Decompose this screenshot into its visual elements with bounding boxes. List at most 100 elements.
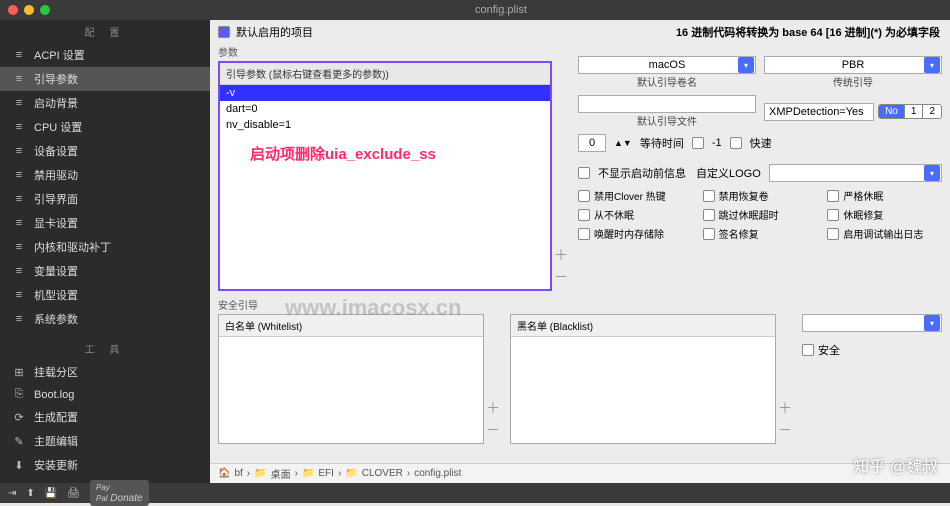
fast-checkbox[interactable] [730,137,742,149]
list-icon: ≡ [12,289,26,301]
folder-icon: 📁 [302,468,314,479]
params-list[interactable]: 引导参数 (鼠标右键查看更多的参数)) -v dart=0 nv_disable… [218,61,552,291]
folder-icon: 📁 [254,468,266,479]
default-file-field[interactable] [578,95,756,113]
option-checkbox[interactable] [578,190,590,202]
minimize-icon[interactable] [24,5,34,15]
option-checkbox[interactable] [827,190,839,202]
default-file-label: 默认引导文件 [578,113,756,128]
sidebar-item[interactable]: ≡ACPI 设置 [0,43,210,67]
close-icon[interactable] [8,5,18,15]
sidebar-item[interactable]: ≡禁用驱动 [0,163,210,187]
pbr-combo[interactable]: PBR ▾ [764,56,942,74]
donate-button[interactable]: PayPal Donate [90,480,149,506]
sidebar-item[interactable]: ≡显卡设置 [0,211,210,235]
whitelist-header: 白名单 (Whitelist) [219,315,483,337]
sidebar-section-tools: 工 具 [0,337,210,360]
bottom-toolbar: ⇥ ⬆ 💾 🖨 PayPal Donate [0,483,950,503]
tool-icon: ⬇ [12,459,26,472]
option-checkbox[interactable] [827,209,839,221]
xmp-combo[interactable]: XMPDetection=Yes [764,103,874,121]
export-icon[interactable]: ⇥ [8,488,16,499]
params-label: 参数 [218,44,568,59]
sidebar-item[interactable]: ≡引导界面 [0,187,210,211]
default-enabled-checkbox[interactable] [218,26,230,38]
param-row[interactable]: dart=0 [220,101,550,117]
os-sublabel: 默认引导卷名 [578,74,756,89]
sidebar-item[interactable]: ⊞挂载分区 [0,360,210,384]
sidebar-item[interactable]: ≡变量设置 [0,259,210,283]
add-icon[interactable]: ＋ [778,398,792,418]
param-row[interactable]: -v [220,85,550,101]
list-icon: ≡ [12,217,26,229]
home-icon[interactable]: 🏠 [218,468,230,479]
sidebar-item[interactable]: ≡CPU 设置 [0,115,210,139]
option-checkbox[interactable] [827,228,839,240]
sidebar-item[interactable]: ≡启动背景 [0,91,210,115]
add-icon[interactable]: ＋ [486,398,500,418]
sidebar-section-config: 配 置 [0,20,210,43]
list-icon: ≡ [12,241,26,253]
default-enabled-label: 默认启用的项目 [236,24,313,40]
check-noinfo[interactable] [578,167,590,179]
option-checkbox[interactable] [703,190,715,202]
list-icon: ≡ [12,97,26,109]
sidebar-item[interactable]: ⎘Boot.log [0,384,210,405]
list-icon: ≡ [12,169,26,181]
sidebar-item[interactable]: ≡引导参数 [0,67,210,91]
tool-icon: ⟳ [12,411,26,424]
list-icon: ≡ [12,265,26,277]
customlogo-combo[interactable]: ▾ [769,164,942,182]
sidebar-item[interactable]: ≡机型设置 [0,283,210,307]
sidebar-item[interactable]: ⟳生成配置 [0,405,210,429]
window-title: config.plist [60,4,942,16]
xmp-seg[interactable]: No 1 2 [878,104,942,119]
sidebar-item[interactable]: ⬇安装更新 [0,453,210,477]
sidebar-item[interactable]: ✎主题编辑 [0,429,210,453]
chevron-down-icon: ▾ [924,165,940,181]
tool-icon: ✕ [12,483,26,484]
option-checkbox[interactable] [578,209,590,221]
wait-label: 等待时间 [640,135,684,151]
list-icon: ≡ [12,313,26,325]
safe-checkbox[interactable] [802,344,814,356]
tool-icon: ⎘ [12,388,26,401]
tool-icon: ⊞ [12,366,26,379]
param-row[interactable]: nv_disable=1 [220,117,550,133]
remove-icon[interactable]: － [554,267,568,287]
chevron-down-icon: ▾ [924,57,940,73]
whitelist-box[interactable]: 白名单 (Whitelist) [218,314,484,444]
content-area: 默认启用的项目 16 进制代码将转换为 base 64 [16 进制](*) 为… [210,20,950,483]
option-checkbox[interactable] [703,228,715,240]
watermark-red: 启动项删除uia_exclude_ss [250,143,436,164]
secure-combo[interactable]: ▾ [802,314,942,332]
customlogo-label: 自定义LOGO [696,165,761,181]
option-checkbox[interactable] [703,209,715,221]
save-icon[interactable]: 💾 [45,488,57,499]
remove-icon[interactable]: － [486,420,500,440]
list-icon: ≡ [12,121,26,133]
list-icon: ≡ [12,193,26,205]
sidebar-item[interactable]: ≡系统参数 [0,307,210,331]
sidebar-item[interactable]: ≡设备设置 [0,139,210,163]
print-icon[interactable]: 🖨 [67,488,80,499]
blacklist-header: 黑名单 (Blacklist) [511,315,775,337]
list-icon: ≡ [12,73,26,85]
neg1-checkbox[interactable] [692,137,704,149]
maximize-icon[interactable] [40,5,50,15]
blacklist-box[interactable]: 黑名单 (Blacklist) [510,314,776,444]
secureboot-label: 安全引导 [218,297,942,312]
os-combo[interactable]: macOS ▾ [578,56,756,74]
pbr-sublabel: 传统引导 [764,74,942,89]
params-header: 引导参数 (鼠标右键查看更多的参数)) [220,63,550,85]
chevron-down-icon: ▾ [924,315,940,331]
remove-icon[interactable]: － [778,420,792,440]
add-icon[interactable]: ＋ [554,245,568,265]
window-controls [8,5,50,15]
wait-time-field[interactable] [578,134,606,152]
zhihu-watermark: 知乎 @魏叔 [853,453,938,477]
list-icon: ≡ [12,145,26,157]
import-icon[interactable]: ⬆ [26,488,34,499]
sidebar-item[interactable]: ≡内核和驱动补丁 [0,235,210,259]
option-checkbox[interactable] [578,228,590,240]
